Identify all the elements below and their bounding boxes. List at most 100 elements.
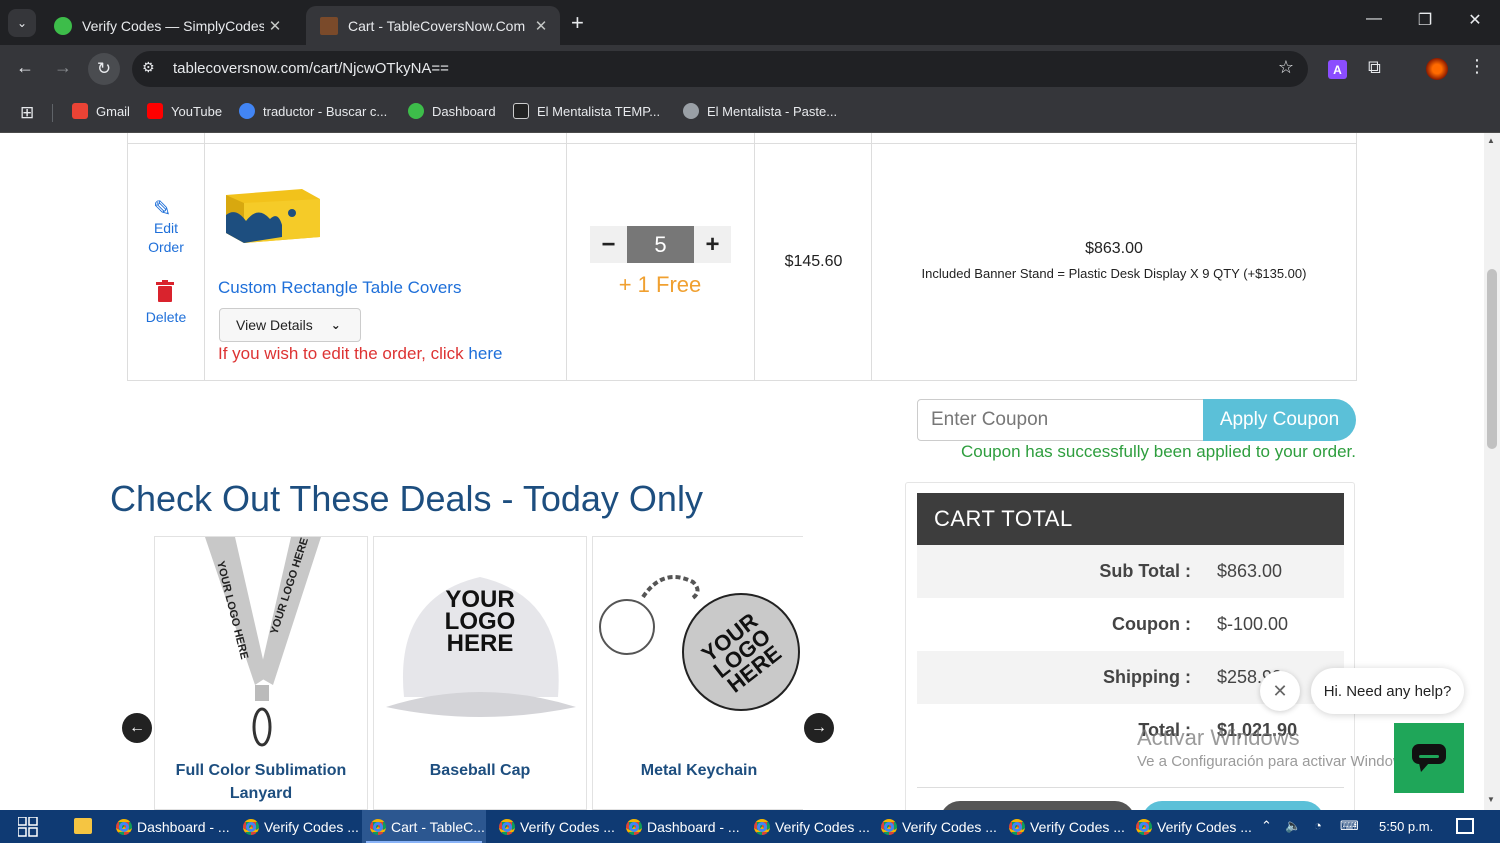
deal-name[interactable]: Full Color Sublimation Lanyard: [155, 759, 367, 805]
divider: [566, 133, 567, 381]
taskbar-item[interactable]: Verify Codes ...: [873, 810, 997, 843]
product-name-link[interactable]: Custom Rectangle Table Covers: [218, 278, 461, 298]
close-window-icon[interactable]: ✕: [1450, 10, 1500, 30]
clock[interactable]: 5:50 p.m.: [1379, 819, 1433, 834]
deal-card-cap[interactable]: YOUR LOGO HERE Baseball Cap: [373, 536, 587, 810]
tab-title: Verify Codes — SimplyCodes: [82, 17, 264, 34]
coupon-input[interactable]: Enter Coupon: [917, 399, 1207, 441]
mentalista-icon: [513, 103, 529, 119]
scroll-thumb[interactable]: [1487, 269, 1497, 449]
baseball-cap-image: YOUR LOGO HERE: [386, 577, 576, 717]
minimize-icon[interactable]: —: [1349, 10, 1399, 28]
scroll-up-icon[interactable]: ▲: [1487, 136, 1495, 145]
line-total: $863.00: [1085, 240, 1143, 257]
notifications-icon[interactable]: [1456, 818, 1474, 834]
deal-card-keychain[interactable]: YOUR LOGO HERE Metal Keychain: [592, 536, 803, 810]
menu-dots-icon[interactable]: ⋮: [1468, 56, 1486, 77]
taskbar-item[interactable]: Cart - TableC...: [362, 810, 486, 843]
network-icon[interactable]: ◔: [1314, 818, 1322, 833]
chrome-icon: [370, 818, 386, 835]
edit-order-message: If you wish to edit the order, click her…: [218, 344, 503, 363]
deal-name[interactable]: Baseball Cap: [374, 759, 586, 782]
cart-total-title: CART TOTAL: [917, 493, 1344, 545]
delete-link[interactable]: Delete: [136, 309, 196, 325]
forward-icon[interactable]: →: [50, 57, 76, 78]
bookmark-youtube[interactable]: YouTube: [147, 103, 222, 119]
start-grid-icon[interactable]: [18, 817, 38, 837]
checkout-button[interactable]: [1142, 801, 1324, 810]
chevron-down-icon: ⌄: [330, 318, 341, 332]
trash-icon[interactable]: [156, 280, 174, 302]
lanyard-image: YOUR LOGO HERE YOUR LOGO HERE: [205, 537, 321, 747]
product-image[interactable]: [222, 185, 322, 245]
chat-close-icon[interactable]: ✕: [1260, 671, 1300, 711]
svg-text:HERE: HERE: [447, 630, 514, 657]
chrome-icon: [881, 818, 897, 835]
taskbar-item[interactable]: Verify Codes ...: [1128, 810, 1252, 843]
bookmarks-bar: ⊞ Gmail YouTube traductor - Buscar c... …: [0, 94, 1500, 133]
site-info-icon[interactable]: ⚙: [142, 59, 155, 76]
chat-launcher-button[interactable]: [1394, 723, 1464, 793]
browser-toolbar: ← → ↻ ⚙ tablecoversnow.com/cart/NjcwOTky…: [0, 45, 1500, 94]
view-details-dropdown[interactable]: View Details ⌄: [219, 308, 361, 342]
bookmark-mentalista-temp[interactable]: El Mentalista TEMP...: [513, 103, 660, 119]
carousel-next-arrow-icon[interactable]: →: [804, 713, 834, 743]
chrome-icon: [1136, 818, 1152, 835]
tab-cart[interactable]: Cart - TableCoversNow.Com ✕: [306, 6, 560, 45]
bookmark-traductor[interactable]: traductor - Buscar c...: [239, 103, 387, 119]
volume-icon[interactable]: 🔈: [1285, 818, 1301, 834]
profile-avatar[interactable]: [1426, 58, 1448, 80]
taskbar-item[interactable]: Verify Codes ...: [746, 810, 870, 843]
file-explorer-icon[interactable]: [74, 818, 92, 834]
quantity-input[interactable]: 5: [627, 226, 694, 263]
bookmark-star-icon[interactable]: ☆: [1278, 57, 1294, 78]
tab-search-icon[interactable]: ⌄: [8, 9, 36, 37]
tab-close-icon[interactable]: ✕: [530, 17, 552, 35]
restore-icon[interactable]: ❐: [1400, 10, 1450, 30]
tray-chevron-icon[interactable]: ⌃: [1261, 818, 1272, 834]
scroll-down-icon[interactable]: ▼: [1487, 795, 1495, 804]
new-tab-icon[interactable]: +: [571, 10, 584, 36]
taskbar-item[interactable]: Dashboard - ...: [618, 810, 742, 843]
reload-icon[interactable]: ↻: [88, 53, 120, 85]
bookmark-gmail[interactable]: Gmail: [72, 103, 130, 119]
extensions-puzzle-icon[interactable]: ⧉: [1368, 57, 1381, 78]
chrome-icon: [1009, 818, 1025, 835]
keyboard-icon[interactable]: ⌨: [1340, 818, 1359, 834]
cart-action-button[interactable]: [940, 801, 1135, 810]
url-text[interactable]: tablecoversnow.com/cart/NjcwOTkyNA==: [173, 60, 449, 77]
chat-icon: [1412, 744, 1446, 772]
taskbar-item[interactable]: Verify Codes ...: [1001, 810, 1125, 843]
deal-card-lanyard[interactable]: YOUR LOGO HERE YOUR LOGO HERE Full Color…: [154, 536, 368, 810]
quantity-decrease-button[interactable]: −: [590, 226, 627, 263]
back-icon[interactable]: ←: [12, 57, 38, 78]
tab-close-icon[interactable]: ✕: [264, 17, 286, 35]
keychain-image: YOUR LOGO HERE: [599, 575, 800, 711]
page-content: ✎ Edit Order Delete Custom Rectangle Tab…: [0, 133, 1484, 810]
extension-a-icon[interactable]: A: [1328, 60, 1347, 79]
deal-name[interactable]: Metal Keychain: [593, 759, 803, 782]
windows-watermark: Activar Windows: [1137, 725, 1300, 750]
taskbar-item[interactable]: Verify Codes ...: [235, 810, 359, 843]
carousel-prev-arrow-icon[interactable]: ←: [122, 713, 152, 743]
edit-here-link[interactable]: here: [468, 344, 502, 363]
deals-title: Check Out These Deals - Today Only: [110, 478, 703, 519]
chrome-icon: [116, 818, 132, 835]
deals-carousel: YOUR LOGO HERE YOUR LOGO HERE Full Color…: [154, 536, 803, 810]
coupon-success-message: Coupon has successfully been applied to …: [960, 442, 1356, 461]
page-scrollbar[interactable]: ▲ ▼: [1484, 133, 1500, 810]
chat-greeting[interactable]: Hi. Need any help?: [1311, 668, 1464, 714]
taskbar-item[interactable]: Verify Codes ...: [491, 810, 615, 843]
apply-coupon-button[interactable]: Apply Coupon: [1203, 399, 1356, 441]
tab-verify-codes[interactable]: Verify Codes — SimplyCodes ✕: [40, 6, 294, 45]
taskbar-item[interactable]: Dashboard - ...: [108, 810, 232, 843]
quantity-increase-button[interactable]: +: [694, 226, 731, 263]
bookmark-dashboard[interactable]: Dashboard: [408, 103, 496, 119]
apps-grid-icon[interactable]: ⊞: [20, 103, 34, 123]
address-bar[interactable]: ⚙ tablecoversnow.com/cart/NjcwOTkyNA== ☆: [132, 51, 1308, 87]
chrome-icon: [243, 818, 259, 835]
chrome-icon: [626, 818, 642, 835]
edit-order-link[interactable]: Edit Order: [136, 219, 196, 257]
divider: [917, 787, 1344, 788]
bookmark-mentalista-paste[interactable]: El Mentalista - Paste...: [683, 103, 837, 119]
